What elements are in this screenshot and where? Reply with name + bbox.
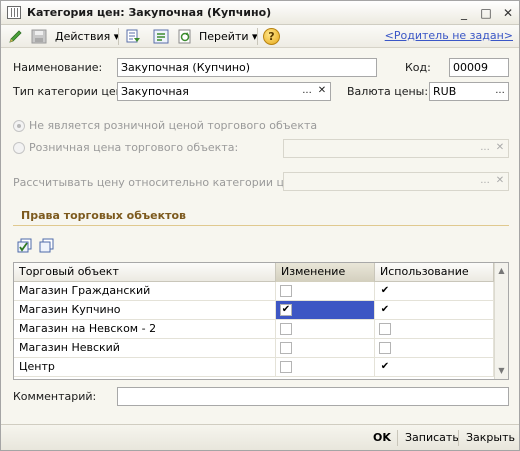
column-header-use[interactable]: Использование [375, 263, 494, 282]
save-button[interactable]: Записать [405, 431, 459, 444]
table-row[interactable]: Магазин Купчино ✔ ✔ [14, 301, 494, 320]
change-checkbox[interactable]: ✔ [280, 304, 292, 316]
column-header-object[interactable]: Торговый объект [14, 263, 276, 282]
name-field[interactable]: Закупочная (Купчино) [117, 58, 377, 77]
comment-label: Комментарий: [13, 390, 97, 403]
radio-not-retail-label: Не является розничной ценой торгового об… [29, 119, 318, 132]
goto-menu[interactable]: Перейти ▾ [199, 28, 258, 45]
scroll-down-icon[interactable]: ▼ [495, 364, 508, 378]
radio-retail[interactable] [13, 142, 25, 154]
window-title: Категория цен: Закупочная (Купчино) [27, 6, 272, 19]
toolbar-separator [118, 28, 119, 45]
rights-table[interactable]: Торговый объект Изменение Использование … [13, 262, 509, 380]
rights-section-title: Права торговых объектов [21, 209, 186, 222]
row-object-name: Магазин Невский [14, 339, 276, 357]
table-scrollbar[interactable]: ▲ ▼ [494, 263, 508, 379]
row-object-name: Центр [14, 358, 276, 376]
currency-value: RUB [433, 85, 457, 98]
refresh-icon[interactable] [177, 29, 193, 44]
uncheck-all-icon[interactable] [39, 238, 55, 254]
row-object-name: Магазин на Невском - 2 [14, 320, 276, 338]
price-type-select-button[interactable]: ... [300, 83, 314, 100]
use-checkbox[interactable]: ✔ [379, 304, 391, 316]
row-use-cell[interactable]: ✔ [375, 282, 494, 300]
change-checkbox[interactable] [280, 285, 292, 297]
form-body: Наименование: Закупочная (Купчино) Код: … [1, 48, 519, 424]
command-bar: OK Записать Закрыть [1, 424, 519, 450]
ok-button[interactable]: OK [373, 431, 391, 444]
use-checkbox[interactable] [379, 342, 391, 354]
row-use-cell[interactable] [375, 339, 494, 357]
row-use-cell[interactable]: ✔ [375, 301, 494, 319]
price-type-field[interactable]: Закупочная ... ✕ [117, 82, 331, 101]
post-document-icon[interactable] [125, 29, 141, 44]
row-change-cell[interactable] [276, 320, 375, 338]
currency-field[interactable]: RUB ... [429, 82, 509, 101]
table-row[interactable]: Магазин Гражданский ✔ [14, 282, 494, 301]
toolbar: Действия ▾ Перейти ▾ ? <Родитель не зада… [1, 25, 519, 48]
price-type-label: Тип категории цен: [13, 85, 127, 98]
radio-retail-label: Розничная цена торгового объекта: [29, 141, 239, 154]
change-checkbox[interactable] [280, 342, 292, 354]
change-checkbox[interactable] [280, 361, 292, 373]
row-object-name: Магазин Купчино [14, 301, 276, 319]
retail-object-select-button: ... [480, 142, 490, 153]
save-disk-icon[interactable] [31, 29, 47, 44]
radio-not-retail[interactable] [13, 120, 25, 132]
use-checkbox[interactable]: ✔ [379, 285, 391, 297]
change-checkbox[interactable] [280, 323, 292, 335]
command-separator [397, 430, 398, 446]
relative-category-clear-button: ✕ [495, 175, 505, 186]
actions-menu-label: Действия [55, 30, 111, 43]
column-header-change[interactable]: Изменение [276, 263, 375, 282]
row-change-cell[interactable] [276, 358, 375, 376]
help-icon[interactable]: ? [263, 28, 280, 45]
table-header: Торговый объект Изменение Использование [14, 263, 508, 282]
scroll-up-icon[interactable]: ▲ [495, 264, 508, 278]
table-row[interactable]: Центр ✔ [14, 358, 494, 377]
row-use-cell[interactable]: ✔ [375, 358, 494, 376]
price-category-window: Категория цен: Закупочная (Купчино) _ □ … [0, 0, 520, 451]
use-checkbox[interactable]: ✔ [379, 361, 391, 373]
currency-select-button[interactable]: ... [493, 83, 507, 100]
use-checkbox[interactable] [379, 323, 391, 335]
relative-category-select-button: ... [480, 175, 490, 186]
actions-menu[interactable]: Действия ▾ [55, 28, 119, 45]
price-type-value: Закупочная [121, 85, 189, 98]
row-change-cell[interactable] [276, 282, 375, 300]
toolbar-separator [257, 28, 258, 45]
relative-category-field: ... ✕ [283, 172, 509, 191]
section-divider [13, 225, 509, 226]
row-object-name: Магазин Гражданский [14, 282, 276, 300]
retail-object-field: ... ✕ [283, 139, 509, 158]
document-icon [7, 6, 21, 19]
close-button[interactable]: Закрыть [466, 431, 515, 444]
row-change-cell[interactable] [276, 339, 375, 357]
minimize-button[interactable]: _ [457, 6, 471, 20]
relative-category-label: Рассчитывать цену относительно категории… [13, 176, 302, 189]
close-window-button[interactable]: ✕ [501, 6, 515, 20]
command-separator [458, 430, 459, 446]
edit-pencil-icon[interactable] [8, 29, 24, 44]
comment-field[interactable] [117, 387, 509, 406]
check-all-icon[interactable] [17, 238, 33, 254]
maximize-button[interactable]: □ [479, 6, 493, 20]
name-label: Наименование: [13, 61, 103, 74]
currency-label: Валюта цены: [347, 85, 429, 98]
row-use-cell[interactable] [375, 320, 494, 338]
table-row[interactable]: Магазин Невский [14, 339, 494, 358]
code-label: Код: [405, 61, 431, 74]
structure-icon[interactable] [153, 29, 169, 44]
title-bar: Категория цен: Закупочная (Купчино) _ □ … [1, 1, 519, 25]
table-row[interactable]: Магазин на Невском - 2 [14, 320, 494, 339]
code-field[interactable]: 00009 [449, 58, 509, 77]
retail-object-clear-button: ✕ [495, 142, 505, 153]
row-change-cell-selected[interactable]: ✔ [276, 301, 375, 319]
price-type-clear-button[interactable]: ✕ [315, 83, 329, 100]
parent-link[interactable]: <Родитель не задан> [385, 29, 513, 42]
goto-menu-label: Перейти [199, 30, 249, 43]
